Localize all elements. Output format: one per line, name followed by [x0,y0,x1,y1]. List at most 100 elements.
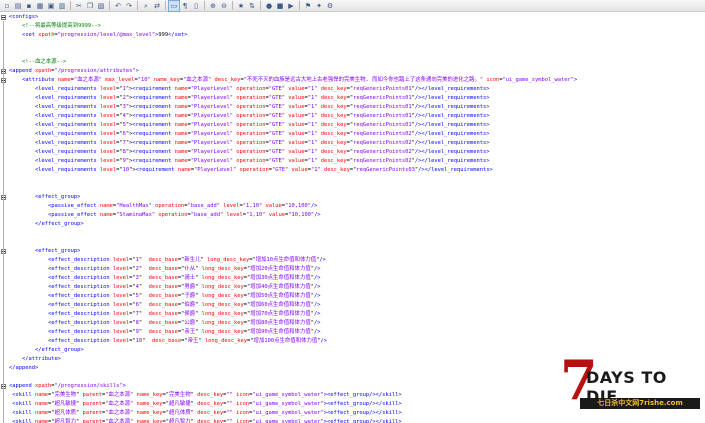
cut-icon[interactable]: ✂ [74,1,84,11]
code-line: <passive_effect name="HealthMax" operati… [9,202,317,211]
save-all-icon[interactable]: ▦ [35,1,45,11]
code-line: <effect_description level="10" desc_base… [9,337,327,346]
code-token: desc_key [193,401,224,407]
code-line: <effect_description level="3" desc_base=… [9,274,321,283]
code-token: level [112,311,130,317]
settings-icon[interactable]: ⚙ [325,1,335,11]
macro-play-icon[interactable]: ▶ [286,1,296,11]
code-token: <passive_effect [47,203,100,209]
code-token: reqGenericPoints [356,167,409,173]
code-token: "1" [307,104,318,110]
zoom-in-icon[interactable]: ⊕ [208,1,218,11]
code-token: 超凡敏捷 [169,401,191,407]
code-token: 超凡智力 [54,419,77,423]
open-file-icon[interactable]: ▤ [13,1,23,11]
code-token: "ui_game_symbol_water" [252,401,324,407]
close-icon[interactable]: ▣ [46,1,56,11]
redo-icon[interactable]: ↷ [124,1,134,11]
replace-icon[interactable]: ⇄ [152,1,162,11]
code-line: <set xpath="progression/level/@max_level… [9,31,188,40]
macro-record-icon[interactable]: ● [264,1,274,11]
code-token: level [99,113,117,119]
sync-icon[interactable]: ⇅ [247,1,257,11]
code-token: level [99,149,117,155]
code-token: 伯爵 [184,302,196,308]
code-line: <skill name="超凡体质" parent="血之本源" name_ke… [9,409,401,418]
code-token: name [99,212,113,218]
show-all-icon[interactable]: ¶ [180,1,190,11]
code-token: <passive_effect [47,212,100,218]
code-token: icon [232,419,250,423]
toolbar-separator [232,1,233,10]
code-token: /> [319,257,326,263]
code-token: <attribute [21,77,58,83]
code-token: operation [233,149,266,155]
copy-icon[interactable]: ❐ [85,1,95,11]
fold-toggle-icon[interactable] [1,15,6,20]
code-token: 超凡体质 [54,410,77,416]
zoom-out-icon[interactable]: ⊖ [219,1,229,11]
code-token: 100 [264,338,275,344]
code-token: reqGenericPoints [353,104,406,110]
code-token: operation [233,140,266,146]
code-token: name [34,392,48,398]
code-token: level [112,320,130,326]
code-line: <passive_effect name="StaminaMax" operat… [9,211,321,220]
code-line: <effect_group> [9,193,80,202]
code-token: "血之本源" [105,419,134,423]
code-token: 增加 [250,266,262,272]
code-token: "GTE" [268,131,285,137]
code-token: parent [79,419,102,423]
code-token: desc_key [317,149,347,155]
code-token: <requirement [132,95,175,101]
code-line: <!--血之本源--> [9,58,66,67]
code-token: <effect_description [47,275,113,281]
plugin-icon[interactable]: ✦ [314,1,324,11]
bookmark-icon[interactable]: ★ [236,1,246,11]
code-token: name_key [133,410,163,416]
code-token: icon [232,410,250,416]
code-token: "1,10" [242,203,263,209]
fold-guide-line [3,21,4,421]
new-file-icon[interactable]: ▫ [2,1,12,11]
code-line: <level_requirements level="1"><requireme… [9,85,490,94]
code-token: name_key [133,419,163,423]
word-wrap-icon[interactable]: ▭ [168,0,180,12]
code-token: <requirement [132,113,175,119]
code-line: <effect_description level="6" desc_base=… [9,301,321,310]
undo-icon[interactable]: ↶ [113,1,123,11]
run-icon[interactable]: ⚑ [303,1,313,11]
save-icon[interactable]: ▪ [24,1,34,11]
print-icon[interactable]: ▥ [57,1,67,11]
code-token: name [174,131,188,137]
code-token: xpath [34,68,52,74]
code-token: desc_base [142,266,178,272]
toolbar-separator [204,1,205,10]
code-token: long_desc_key [198,311,244,317]
code-token: reqGenericPoints [353,140,406,146]
code-token: "ui_game_symbol_water" [252,410,324,416]
code-token: /></level_requirements> [414,149,490,155]
code-token: icon [232,401,250,407]
code-token: "1" [307,131,318,137]
code-token: /> [313,275,321,281]
code-token: <effect_description [47,338,113,344]
indent-guide-icon[interactable]: ▯ [191,1,201,11]
code-token: > [122,383,126,389]
code-token: <skill [9,419,35,423]
find-icon[interactable]: ⌕ [141,1,151,11]
code-token: desc_key [317,122,347,128]
code-token: value [284,86,305,92]
paste-icon[interactable]: ▧ [96,1,106,11]
code-token: /> [313,311,321,317]
code-token: name_key [150,77,180,83]
macro-stop-icon[interactable]: ■ [275,1,285,11]
code-token: "PlayerLevel" [190,122,234,128]
